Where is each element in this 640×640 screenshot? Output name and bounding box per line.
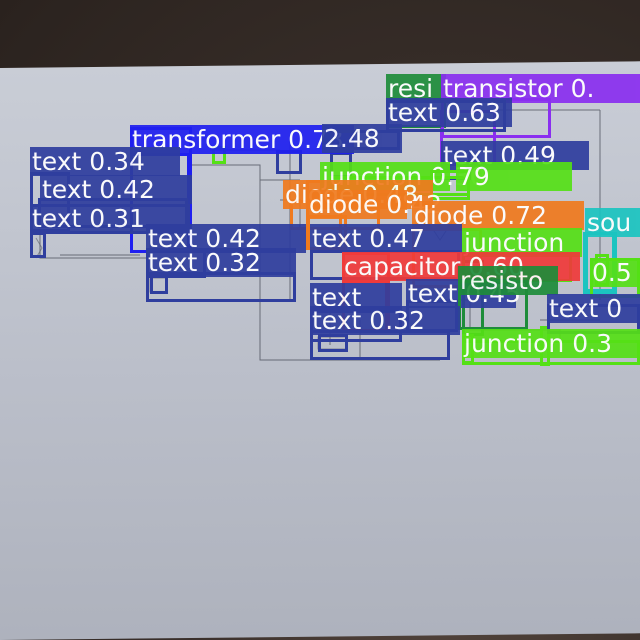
photo-stage: resi transistor 0. text 0.63 transformer 0.… <box>0 0 640 640</box>
junction-detection-label: 79 <box>456 162 572 191</box>
junction-detection-label: 0.5 <box>590 258 640 287</box>
text-detection-label: text 0.63 <box>386 98 512 127</box>
resistor-detection-label: resisto <box>458 266 558 295</box>
text-detection-label: text 0.32 <box>146 248 296 277</box>
junction-detection-label: junction 0.3 <box>462 329 640 358</box>
text-bounding-box <box>30 232 46 258</box>
text-detection-label: text 0 <box>547 294 640 323</box>
text-detection-label: text 0.34 <box>30 147 180 176</box>
source-detection-label: sou <box>585 208 640 237</box>
text-detection-label: text 0.42 <box>40 175 192 204</box>
text-detection-label: text 0.32 <box>310 306 460 335</box>
text-detection-label: 2.48 <box>322 124 402 153</box>
diode-detection-label: diode 0.42 <box>307 190 442 219</box>
text-detection-label: text 0.47 <box>310 224 462 253</box>
